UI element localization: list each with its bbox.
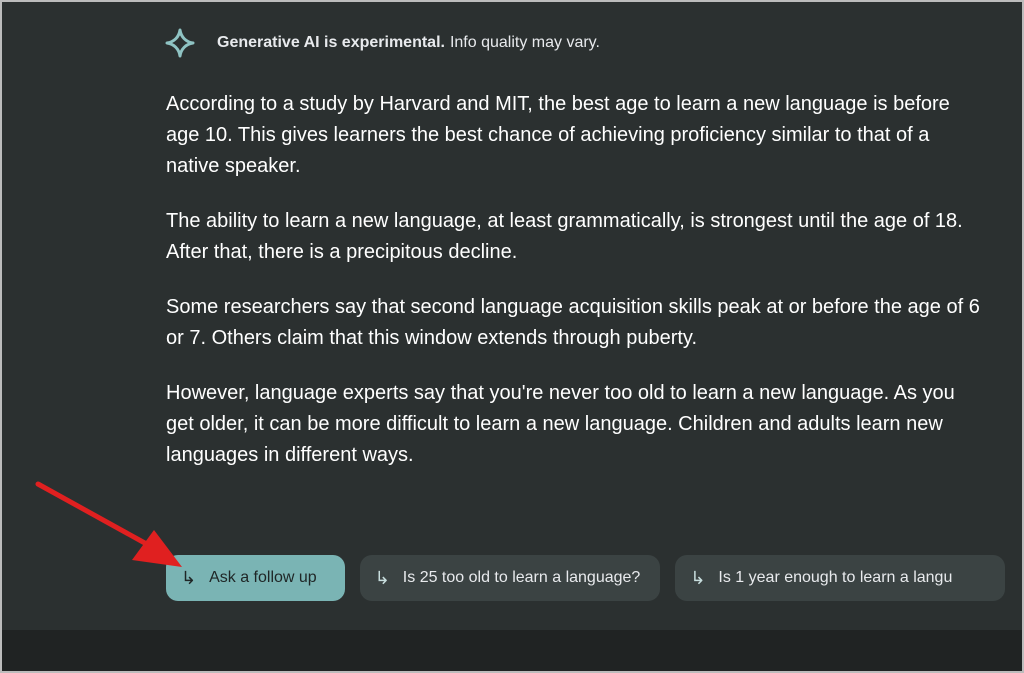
answer-paragraph: Some researchers say that second languag… [166,296,980,349]
answer-paragraph: According to a study by Harvard and MIT,… [166,93,950,177]
answer-paragraph: However, language experts say that you'r… [166,382,955,466]
notice-bold-text: Generative AI is experimental. [217,34,445,51]
follow-up-chips: ↳ Ask a follow up ↳ Is 25 too old to lea… [166,555,1006,601]
suggestion-chip[interactable]: ↳ Is 1 year enough to learn a langu [675,555,1006,601]
notice-rest-text: Info quality may vary. [449,34,600,51]
suggestion-chip[interactable]: ↳ Is 25 too old to learn a language? [359,555,661,601]
chip-label: Is 25 too old to learn a language? [402,569,641,586]
chip-label: Ask a follow up [209,569,317,586]
follow-up-arrow-icon: ↳ [690,567,706,588]
follow-up-arrow-icon: ↳ [374,567,390,588]
answer-paragraph: The ability to learn a new language, at … [166,210,963,263]
chip-label: Is 1 year enough to learn a langu [718,569,953,586]
red-pointer-arrow-icon [35,481,182,567]
sge-panel: Generative AI is experimental. Info qual… [0,0,1024,673]
ai-answer: According to a study by Harvard and MIT,… [166,89,981,495]
sparkle-icon [165,28,195,58]
bottom-bar [2,630,1022,671]
experimental-notice: Generative AI is experimental. Info qual… [165,28,600,58]
